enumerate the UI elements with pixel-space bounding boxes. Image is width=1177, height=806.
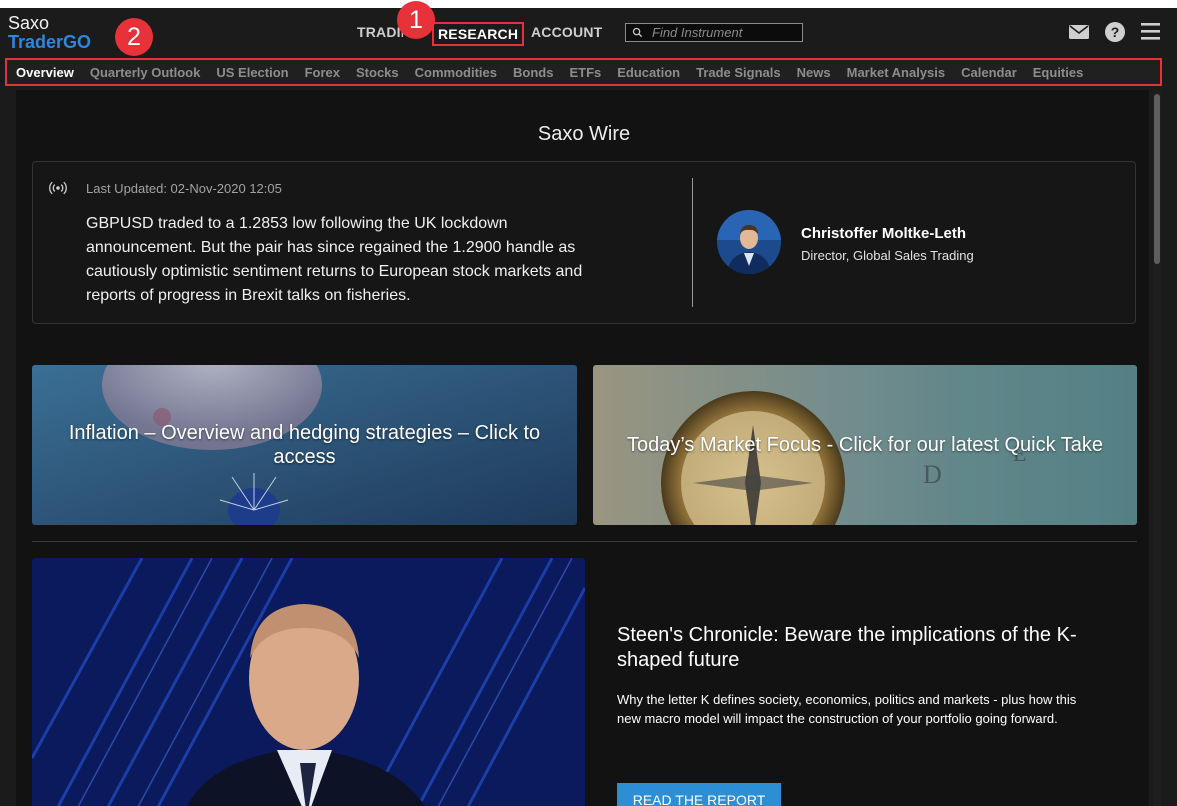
- search-icon: [632, 27, 643, 38]
- instrument-search[interactable]: [625, 23, 803, 42]
- inflation-card-text: Inflation – Overview and hedging strateg…: [68, 422, 541, 468]
- subnav-item-equities[interactable]: Equities: [1033, 65, 1084, 80]
- brand-tradergo: TraderGO: [8, 32, 92, 52]
- chronicle-title[interactable]: Steen's Chronicle: Beware the implicatio…: [617, 623, 1087, 673]
- research-content: Saxo Wire Last Updated: 02-Nov-2020 12:0…: [16, 90, 1149, 806]
- subnav-item-overview[interactable]: Overview: [16, 65, 74, 80]
- search-input[interactable]: [652, 24, 800, 41]
- vertical-scrollbar[interactable]: [1153, 90, 1161, 806]
- help-icon[interactable]: ?: [1105, 22, 1125, 42]
- author-role: Director, Global Sales Trading: [801, 248, 974, 263]
- portrait-image: [32, 558, 585, 806]
- nav-account[interactable]: ACCOUNT: [531, 24, 602, 40]
- read-report-button[interactable]: READ THE REPORT: [617, 783, 781, 806]
- subnav-item-education[interactable]: Education: [617, 65, 680, 80]
- last-updated: Last Updated: 02-Nov-2020 12:05: [86, 181, 282, 196]
- saxo-wire-panel: Last Updated: 02-Nov-2020 12:05 GBPUSD t…: [32, 161, 1136, 324]
- nav-trading[interactable]: TRADING: [357, 24, 403, 40]
- subnav-item-calendar[interactable]: Calendar: [961, 65, 1017, 80]
- subnav-item-etfs[interactable]: ETFs: [569, 65, 601, 80]
- section-divider: [32, 541, 1137, 542]
- svg-text:D: D: [923, 460, 942, 489]
- subnav-item-quarterly-outlook[interactable]: Quarterly Outlook: [90, 65, 201, 80]
- subnav-item-stocks[interactable]: Stocks: [356, 65, 399, 80]
- market-focus-text: Today’s Market Focus - Click for our lat…: [626, 434, 1104, 456]
- steen-chronicle-image[interactable]: [32, 558, 585, 806]
- wire-body-text: GBPUSD traded to a 1.2853 low following …: [86, 215, 583, 304]
- subnav-item-commodities[interactable]: Commodities: [415, 65, 497, 80]
- research-subnav: Overview Quarterly Outlook US Election Fore…: [5, 58, 1162, 86]
- subnav-item-bonds[interactable]: Bonds: [513, 65, 553, 80]
- subnav-item-us-election[interactable]: US Election: [216, 65, 288, 80]
- broadcast-icon: [49, 181, 67, 195]
- scrollbar-thumb[interactable]: [1154, 94, 1160, 264]
- subnav-item-market-analysis[interactable]: Market Analysis: [847, 65, 946, 80]
- wire-divider: [692, 178, 693, 307]
- market-focus-card[interactable]: D E Today’s Market Focus - Click for our…: [593, 365, 1137, 525]
- subnav-item-trade-signals[interactable]: Trade Signals: [696, 65, 781, 80]
- inflation-card[interactable]: Inflation – Overview and hedging strateg…: [32, 365, 577, 525]
- brand-saxo: Saxo: [8, 13, 50, 33]
- saxo-wire-title: Saxo Wire: [537, 123, 631, 145]
- subnav-item-news[interactable]: News: [797, 65, 831, 80]
- callout-badge-1: 1: [397, 1, 435, 39]
- author-avatar: [717, 210, 781, 274]
- hamburger-menu-icon[interactable]: [1141, 23, 1160, 40]
- subnav-item-forex[interactable]: Forex: [305, 65, 340, 80]
- brand-logo[interactable]: Saxo TraderGO: [8, 14, 91, 52]
- chronicle-description: Why the letter K defines society, econom…: [617, 692, 1077, 726]
- app-window: Saxo TraderGO TRADING RESEARCH ACCOUNT ?…: [0, 1, 1177, 806]
- svg-text:?: ?: [1111, 24, 1120, 40]
- mail-icon[interactable]: [1069, 25, 1089, 39]
- callout-badge-2: 2: [115, 18, 153, 56]
- nav-research[interactable]: RESEARCH: [432, 22, 525, 46]
- author-name: Christoffer Moltke-Leth: [801, 225, 966, 242]
